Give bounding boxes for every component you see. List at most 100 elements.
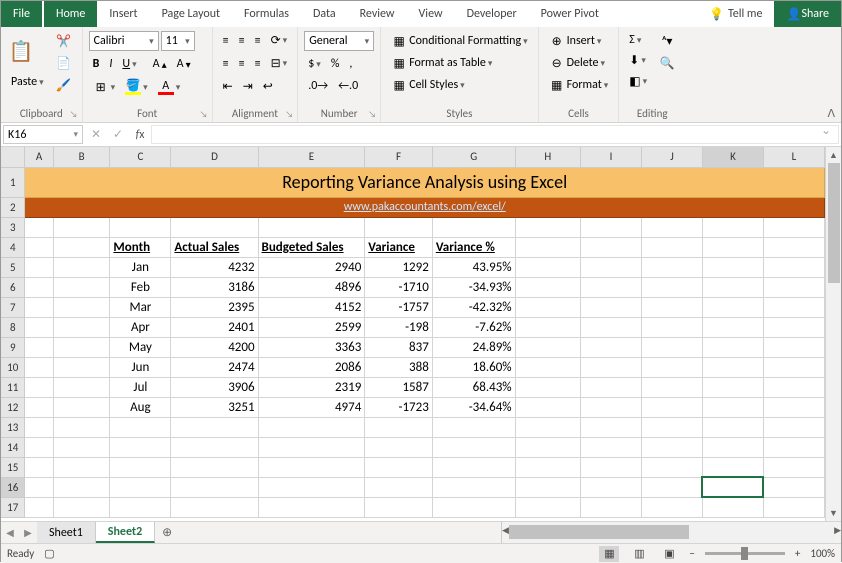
row-header-8[interactable]: 8 — [1, 317, 25, 337]
cell-variance[interactable]: -1757 — [365, 297, 433, 317]
cell-actual[interactable]: 4200 — [171, 337, 258, 357]
format-painter-button[interactable]: 🖌️ — [52, 75, 76, 95]
view-normal-button[interactable]: ▦ — [599, 546, 619, 562]
comma-button[interactable]: , — [345, 55, 356, 73]
header-actual[interactable]: Actual Sales — [171, 237, 258, 257]
cell-budget[interactable]: 4152 — [258, 297, 365, 317]
sort-filter-button[interactable]: ᴬ▾ — [655, 31, 679, 51]
sheet-tab-2[interactable]: Sheet2 — [96, 522, 155, 543]
col-header-C[interactable]: C — [110, 147, 171, 167]
col-header-F[interactable]: F — [365, 147, 433, 167]
fill-button[interactable]: ⬇ — [625, 51, 651, 70]
tab-file[interactable]: File — [1, 1, 42, 27]
row-header-11[interactable]: 11 — [1, 377, 25, 397]
col-header-L[interactable]: L — [763, 147, 824, 167]
cell-variance[interactable]: -1723 — [365, 397, 433, 417]
cell-actual[interactable]: 2401 — [171, 317, 258, 337]
row-header-4[interactable]: 4 — [1, 237, 25, 257]
col-header-I[interactable]: I — [580, 147, 641, 167]
autosum-button[interactable]: Σ — [625, 31, 651, 49]
borders-button[interactable]: ⊞ — [89, 77, 120, 97]
fx-button[interactable]: fx — [129, 123, 151, 146]
wrap-text-button[interactable]: ↩ — [259, 77, 277, 96]
horizontal-scrollbar[interactable]: ◀ ▶ — [501, 522, 841, 543]
select-all-corner[interactable] — [1, 147, 25, 167]
cell-variance-pct[interactable]: 24.89% — [432, 337, 515, 357]
tab-power-pivot[interactable]: Power Pivot — [529, 1, 611, 27]
expand-formula-bar-button[interactable]: ⌄ — [815, 123, 837, 138]
orientation-button[interactable]: ⟳ — [267, 31, 292, 50]
cell-month[interactable]: Jul — [110, 377, 171, 397]
vertical-scrollbar[interactable]: ▲ ▼ — [825, 147, 841, 521]
sheet-title[interactable]: Reporting Variance Analysis using Excel — [25, 167, 825, 197]
cell-budget[interactable]: 4896 — [258, 277, 365, 297]
scroll-right-button[interactable]: ▶ — [834, 522, 841, 538]
col-header-G[interactable]: G — [432, 147, 515, 167]
tab-developer[interactable]: Developer — [455, 1, 529, 27]
row-header-15[interactable]: 15 — [1, 457, 25, 477]
italic-button[interactable]: I — [105, 55, 116, 73]
cell-actual[interactable]: 3906 — [171, 377, 258, 397]
add-sheet-button[interactable]: ⊕ — [155, 522, 179, 543]
cell-month[interactable]: Aug — [110, 397, 171, 417]
row-header-3[interactable]: 3 — [1, 217, 25, 237]
cell-variance-pct[interactable]: 43.95% — [432, 257, 515, 277]
tab-view[interactable]: View — [407, 1, 455, 27]
cell-month[interactable]: Jan — [110, 257, 171, 277]
col-header-K[interactable]: K — [702, 147, 763, 167]
font-name-select[interactable]: Calibri — [89, 31, 159, 51]
cut-button[interactable]: ✂️ — [52, 31, 76, 51]
number-format-select[interactable]: General — [304, 31, 374, 51]
sheet-link[interactable]: www.pakaccountants.com/excel/ — [25, 197, 825, 217]
view-page-break-button[interactable]: ▣ — [659, 546, 679, 562]
underline-button[interactable]: U — [118, 55, 140, 73]
row-header-6[interactable]: 6 — [1, 277, 25, 297]
header-variance-pct[interactable]: Variance % — [432, 237, 515, 257]
fill-color-button[interactable]: 🪣 — [121, 77, 152, 97]
col-header-E[interactable]: E — [258, 147, 365, 167]
tell-me[interactable]: 💡Tell me — [697, 1, 774, 27]
zoom-level[interactable]: 100% — [810, 547, 835, 560]
cell-budget[interactable]: 2599 — [258, 317, 365, 337]
alignment-launcher[interactable]: ↘ — [283, 108, 295, 120]
row-header-10[interactable]: 10 — [1, 357, 25, 377]
row-header-1[interactable]: 1 — [1, 167, 25, 197]
sheet-nav-next[interactable]: ▶ — [19, 522, 37, 543]
formula-bar[interactable] — [151, 125, 839, 144]
align-right-button[interactable]: ≡ — [251, 55, 265, 73]
cell-variance-pct[interactable]: 18.60% — [432, 357, 515, 377]
scroll-down-button[interactable]: ▼ — [826, 505, 841, 521]
header-month[interactable]: Month — [110, 237, 171, 257]
cell-month[interactable]: Mar — [110, 297, 171, 317]
increase-font-button[interactable]: A▴ — [149, 55, 171, 73]
tab-data[interactable]: Data — [301, 1, 348, 27]
copy-button[interactable]: 📄 — [52, 53, 76, 73]
cell-month[interactable]: May — [110, 337, 171, 357]
scroll-up-button[interactable]: ▲ — [826, 147, 841, 163]
decrease-indent-button[interactable]: ⇤ — [219, 77, 237, 96]
clipboard-launcher[interactable]: ↘ — [68, 108, 80, 120]
header-variance[interactable]: Variance — [365, 237, 433, 257]
font-color-button[interactable]: A — [154, 77, 185, 97]
currency-button[interactable]: $ — [304, 55, 325, 73]
col-header-A[interactable]: A — [25, 147, 53, 167]
collapse-ribbon-button[interactable]: ᐱ — [827, 107, 835, 120]
row-header-2[interactable]: 2 — [1, 197, 25, 217]
sheet-nav-prev[interactable]: ◀ — [1, 522, 19, 543]
cell-actual[interactable]: 2474 — [171, 357, 258, 377]
cell-actual[interactable]: 2395 — [171, 297, 258, 317]
increase-indent-button[interactable]: ⇥ — [239, 77, 257, 96]
cell-budget[interactable]: 4974 — [258, 397, 365, 417]
format-cells-button[interactable]: ▦ Format — [545, 75, 613, 95]
share-button[interactable]: 👤 Share — [774, 1, 841, 27]
zoom-in-button[interactable]: + — [795, 547, 800, 560]
tab-insert[interactable]: Insert — [97, 1, 149, 27]
cell-variance-pct[interactable]: -34.93% — [432, 277, 515, 297]
col-header-H[interactable]: H — [515, 147, 580, 167]
cell-month[interactable]: Apr — [110, 317, 171, 337]
align-middle-button[interactable]: ≡ — [235, 32, 249, 50]
cell-actual[interactable]: 3186 — [171, 277, 258, 297]
cancel-formula-button[interactable]: ✕ — [85, 123, 107, 146]
col-header-D[interactable]: D — [171, 147, 258, 167]
scroll-left-button[interactable]: ◀ — [502, 522, 509, 538]
